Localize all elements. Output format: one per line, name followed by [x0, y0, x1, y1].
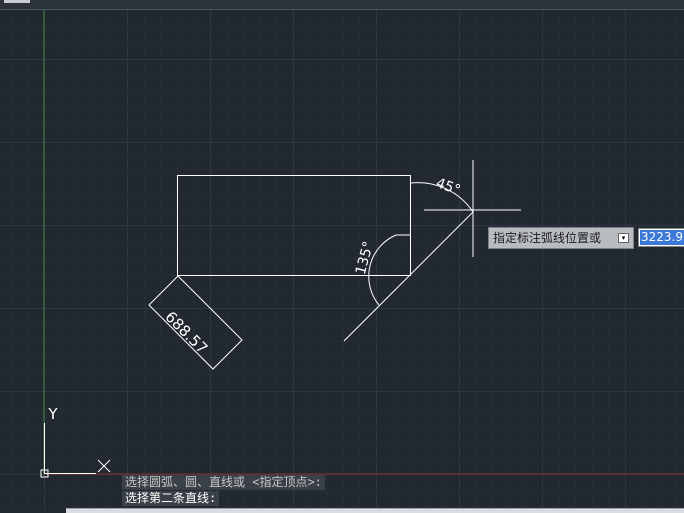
dynamic-input-tooltip: 指定标注弧线位置或	[488, 227, 634, 249]
dynamic-input-prompt: 指定标注弧线位置或	[493, 231, 602, 245]
dimension-length-text: 688.57	[161, 308, 211, 358]
dynamic-input-value[interactable]: 3223.97	[640, 230, 684, 245]
rotated-rectangle-shape[interactable]	[148, 275, 243, 370]
command-current-line: 选择第二条直线:	[122, 491, 220, 506]
ucs-y-label: Y	[47, 405, 58, 423]
drawing-grid	[0, 9, 684, 512]
dropdown-arrow-icon[interactable]	[618, 233, 629, 243]
command-history-line: 选择圆弧、圆、直线或 <指定顶点>:	[122, 475, 325, 490]
diagonal-line[interactable]	[343, 211, 474, 342]
dimension-label-length: 688.57	[161, 308, 211, 358]
dynamic-input-field[interactable]: 3223.97	[638, 228, 684, 247]
dimension-label-45: 45°	[434, 175, 463, 199]
angle-45-text: 45°	[434, 175, 463, 199]
top-toolbar-strip	[0, 0, 684, 10]
drawing-canvas[interactable]: 688.57 45° 135° Y	[0, 0, 684, 512]
command-input-bar[interactable]	[66, 508, 684, 513]
viewport-corner-control[interactable]	[4, 0, 30, 3]
